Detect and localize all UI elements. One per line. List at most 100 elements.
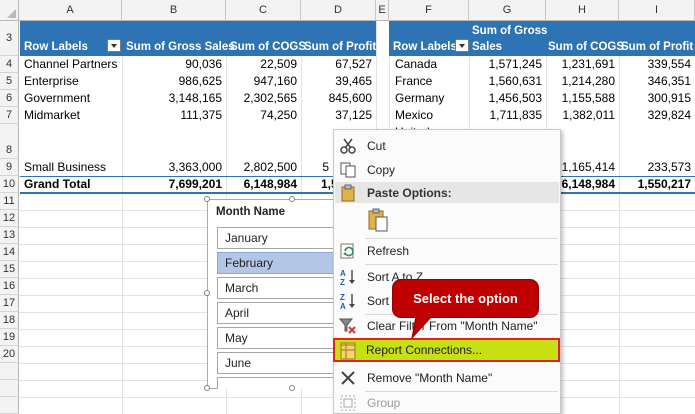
row-header-14[interactable]: 14	[0, 244, 19, 261]
row-header-15[interactable]: 15	[0, 261, 19, 278]
column-header-b[interactable]: B	[122, 0, 226, 21]
row-header-12[interactable]: 12	[0, 210, 19, 227]
pivot1-gross-sales-header[interactable]: Sum of Gross Sales	[126, 41, 235, 53]
pivot2-gross-value[interactable]: 1,711,835	[469, 107, 546, 124]
pivot2-gross-sales-header-line2[interactable]: Sales	[472, 41, 502, 53]
row-header-19[interactable]: 19	[0, 329, 19, 346]
pivot1-profit-value[interactable]: 39,465	[301, 73, 376, 90]
row-header-3[interactable]: 3	[0, 21, 19, 56]
pivot1-grand-total-profit[interactable]: 1,5	[320, 176, 334, 193]
svg-text:Z: Z	[340, 293, 345, 302]
pivot1-profit-value[interactable]: 845,600	[301, 90, 376, 107]
column-header-g[interactable]: G	[469, 0, 546, 21]
pivot2-profit-value[interactable]: 339,554	[619, 56, 695, 73]
pivot2-gross-sales-header-line1[interactable]: Sum of Gross	[472, 25, 547, 37]
menu-item-refresh[interactable]: Refresh	[335, 239, 559, 263]
row-header-18[interactable]: 18	[0, 312, 19, 329]
pivot2-cogs-header[interactable]: Sum of COGS	[548, 41, 624, 53]
menu-item-copy[interactable]: Copy	[335, 158, 559, 182]
row-header-4[interactable]: 4	[0, 56, 19, 73]
pivot2-row-labels-header[interactable]: Row Labels	[393, 41, 457, 53]
slicer-resize-handle[interactable]	[204, 385, 210, 391]
row-header-22[interactable]	[0, 380, 19, 397]
pivot1-row-label[interactable]: Midmarket	[20, 107, 122, 124]
column-header-i[interactable]: I	[619, 0, 695, 21]
column-header-a[interactable]: A	[19, 0, 122, 21]
slicer-resize-handle[interactable]	[289, 385, 295, 391]
slicer-resize-handle[interactable]	[289, 196, 295, 202]
row-header-7[interactable]: 7	[0, 107, 19, 124]
column-header-d[interactable]: D	[301, 0, 376, 21]
pivot1-profit-value[interactable]: 5	[301, 159, 333, 176]
row-header-6[interactable]: 6	[0, 90, 19, 107]
paste-options-label: Paste Options:	[367, 186, 452, 200]
column-header-h[interactable]: H	[546, 0, 619, 21]
pivot2-row-label[interactable]: Canada	[391, 56, 469, 73]
pivot2-profit-value[interactable]: 329,824	[619, 107, 695, 124]
pivot1-cogs-value[interactable]: 74,250	[226, 107, 301, 124]
pivot1-cogs-value[interactable]: 947,160	[226, 73, 301, 90]
pivot2-cogs-value[interactable]: 1,382,011	[546, 107, 619, 124]
pivot2-gross-value[interactable]: 1,456,503	[469, 90, 546, 107]
pivot2-cogs-value[interactable]: 1,155,588	[546, 90, 619, 107]
pivot1-row-label[interactable]: Enterprise	[20, 73, 122, 90]
row-header-21[interactable]	[0, 363, 19, 380]
pivot1-grand-total-gross[interactable]: 7,699,201	[122, 176, 226, 193]
row-header-16[interactable]: 16	[0, 278, 19, 295]
report-connections-highlight[interactable]: Report Connections...	[333, 338, 560, 362]
pivot1-row-labels-header[interactable]: Row Labels	[24, 41, 88, 53]
pivot2-grand-total-profit[interactable]: 1,550,217	[619, 176, 695, 193]
row-header-23[interactable]	[0, 397, 19, 414]
column-header-c[interactable]: C	[226, 0, 301, 21]
pivot1-cogs-value[interactable]: 22,509	[226, 56, 301, 73]
row-header-20[interactable]: 20	[0, 346, 19, 363]
pivot1-grand-total-label[interactable]: Grand Total	[20, 176, 122, 193]
pivot1-gross-value[interactable]: 3,148,165	[122, 90, 226, 107]
pivot2-cogs-value[interactable]: 1,231,691	[546, 56, 619, 73]
row-labels-filter-button[interactable]	[107, 39, 121, 52]
row-header-5[interactable]: 5	[0, 73, 19, 90]
pivot2-cogs-value[interactable]: 1,214,280	[546, 73, 619, 90]
slicer-resize-handle[interactable]	[204, 196, 210, 202]
pivot1-row-label[interactable]: Small Business	[20, 159, 122, 176]
row-header-17[interactable]: 17	[0, 295, 19, 312]
pivot2-gross-value[interactable]: 1,571,245	[469, 56, 546, 73]
menu-item-remove[interactable]: Remove "Month Name"	[335, 366, 559, 390]
pivot1-cogs-value[interactable]: 2,802,500	[226, 159, 301, 176]
row-header-9[interactable]: 9	[0, 159, 19, 176]
row-header-8[interactable]: 8	[0, 124, 19, 159]
menu-item-cut[interactable]: Cut	[335, 134, 559, 158]
pivot1-profit-header[interactable]: Sum of Profit	[304, 41, 376, 53]
pivot2-row-label[interactable]: Germany	[391, 90, 469, 107]
pivot1-cogs-header[interactable]: Sum of COGS	[230, 41, 306, 53]
pivot1-profit-value[interactable]: 67,527	[301, 56, 376, 73]
pivot2-gross-value[interactable]: 1,560,631	[469, 73, 546, 90]
select-all-corner[interactable]	[0, 0, 19, 21]
slicer-resize-handle[interactable]	[204, 290, 210, 296]
copy-icon	[340, 162, 356, 178]
pivot2-row-label[interactable]: France	[391, 73, 469, 90]
pivot1-gross-value[interactable]: 3,363,000	[122, 159, 226, 176]
pivot1-profit-value[interactable]: 37,125	[301, 107, 376, 124]
pivot1-gross-value[interactable]: 111,375	[122, 107, 226, 124]
pivot1-gross-value[interactable]: 986,625	[122, 73, 226, 90]
column-header-f[interactable]: F	[389, 0, 469, 21]
pivot2-profit-header[interactable]: Sum of Profit	[621, 41, 693, 53]
menu-item-group[interactable]: Group	[335, 391, 559, 414]
row-header-11[interactable]: 11	[0, 193, 19, 210]
column-header-e[interactable]: E	[376, 0, 389, 21]
paste-option-button[interactable]	[335, 205, 559, 235]
pivot2-row-label[interactable]: Mexico	[391, 107, 469, 124]
pivot1-row-label[interactable]: Channel Partners	[20, 56, 122, 73]
pivot2-profit-value[interactable]: 233,573	[619, 159, 695, 176]
pivot2-row-labels-filter-button[interactable]	[455, 39, 469, 52]
pivot1-cogs-value[interactable]: 2,302,565	[226, 90, 301, 107]
pivot1-gross-value[interactable]: 90,036	[122, 56, 226, 73]
pivot2-profit-value[interactable]: 300,915	[619, 90, 695, 107]
pivot1-row-label[interactable]: Government	[20, 90, 122, 107]
callout-text: Select the option	[413, 291, 518, 306]
row-header-13[interactable]: 13	[0, 227, 19, 244]
pivot1-grand-total-cogs[interactable]: 6,148,984	[226, 176, 301, 193]
row-header-10[interactable]: 10	[0, 176, 19, 193]
pivot2-profit-value[interactable]: 346,351	[619, 73, 695, 90]
